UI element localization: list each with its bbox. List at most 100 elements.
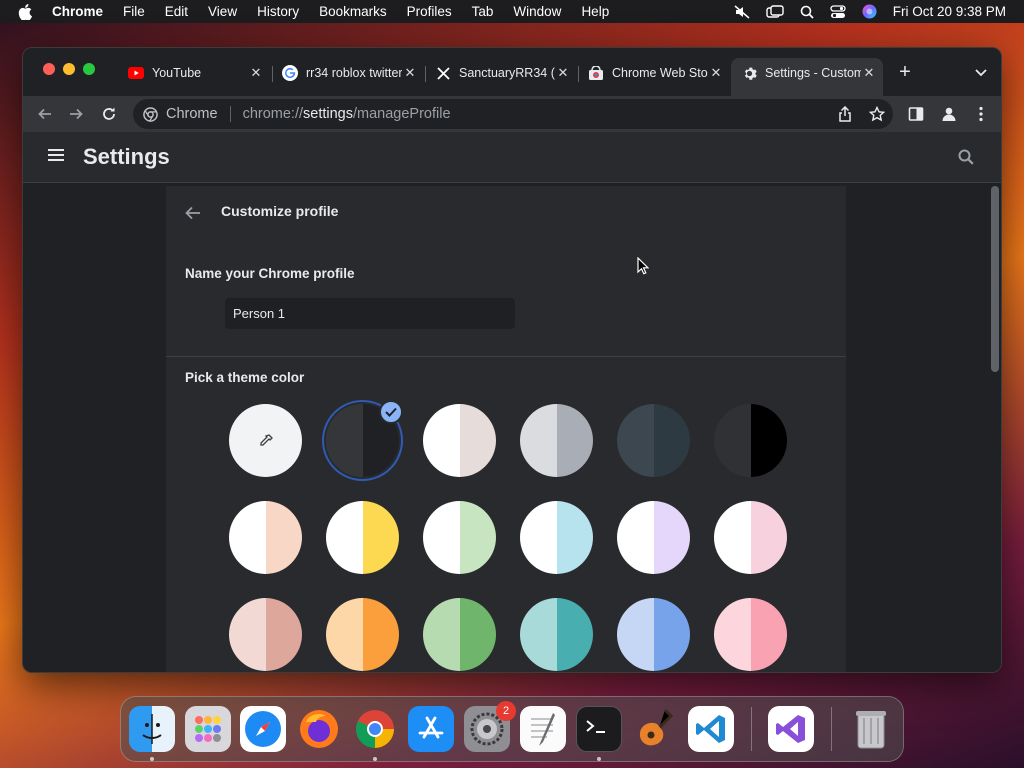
close-window-button[interactable] (43, 63, 55, 75)
menu-edit[interactable]: Edit (165, 4, 188, 19)
scrollbar-thumb[interactable] (991, 186, 999, 372)
tab-x-profile[interactable]: SanctuaryRR34 (@SanctuaryRR34) / X ✕ (425, 58, 577, 88)
menu-help[interactable]: Help (581, 4, 609, 19)
menu-file[interactable]: File (123, 4, 145, 19)
theme-color-swatch[interactable] (229, 501, 302, 574)
reload-icon[interactable] (97, 102, 121, 126)
tab-chrome-web-store[interactable]: Chrome Web Store ✕ (578, 58, 730, 88)
back-arrow-icon[interactable] (184, 204, 204, 224)
maximize-window-button[interactable] (83, 63, 95, 75)
tab-youtube[interactable]: YouTube ✕ (118, 58, 270, 88)
menu-tab[interactable]: Tab (472, 4, 494, 19)
tab-settings[interactable]: Settings - Customize profile ✕ (731, 58, 883, 96)
back-arrow-icon[interactable] (33, 102, 57, 126)
url-text[interactable]: chrome://settings/manageProfile (243, 106, 451, 122)
close-tab-icon[interactable]: ✕ (861, 65, 877, 81)
theme-color-swatch[interactable] (520, 598, 593, 671)
theme-color-swatch[interactable] (423, 598, 496, 671)
theme-color-swatch[interactable] (714, 404, 787, 477)
theme-color-swatch[interactable] (617, 404, 690, 477)
menu-bookmarks[interactable]: Bookmarks (319, 4, 387, 19)
chrome-menu-icon[interactable] (969, 102, 993, 126)
site-chip-label: Chrome (166, 106, 218, 122)
textedit-icon[interactable] (520, 706, 566, 752)
theme-color-swatch[interactable] (617, 501, 690, 574)
launchpad-icon[interactable] (185, 706, 231, 752)
menubar-clock[interactable]: Fri Oct 20 9:38 PM (893, 4, 1006, 19)
google-icon (282, 65, 298, 81)
control-center-icon[interactable] (830, 4, 846, 19)
hamburger-menu-icon[interactable] (47, 148, 67, 167)
theme-color-swatch[interactable] (423, 404, 496, 477)
app-store-icon[interactable] (408, 706, 454, 752)
theme-color-swatch[interactable] (520, 501, 593, 574)
profile-name-label: Name your Chrome profile (185, 266, 355, 281)
forward-arrow-icon[interactable] (64, 102, 88, 126)
tab-title: Chrome Web Store (612, 66, 708, 80)
vscode-icon[interactable] (688, 706, 734, 752)
new-tab-button[interactable]: + (893, 60, 917, 84)
running-indicator (373, 757, 377, 761)
close-tab-icon[interactable]: ✕ (402, 65, 418, 81)
custom-color-swatch[interactable] (229, 404, 302, 477)
system-settings-icon[interactable]: 2 (464, 701, 516, 752)
close-tab-icon[interactable]: ✕ (248, 65, 264, 81)
menu-profiles[interactable]: Profiles (407, 4, 452, 19)
section-divider (166, 356, 846, 357)
x-icon (435, 65, 451, 81)
siri-icon[interactable] (862, 4, 877, 19)
finder-icon[interactable] (129, 706, 175, 752)
minimize-window-button[interactable] (63, 63, 75, 75)
theme-color-swatch[interactable] (326, 598, 399, 671)
tab-title: SanctuaryRR34 (@SanctuaryRR34) / X (459, 66, 555, 80)
google-chrome-icon[interactable] (352, 706, 398, 752)
menu-history[interactable]: History (257, 4, 299, 19)
side-panel-icon[interactable] (904, 102, 928, 126)
dock-divider (831, 707, 832, 751)
address-bar[interactable]: Chrome chrome://settings/manageProfile (133, 99, 893, 129)
search-icon[interactable] (957, 148, 975, 171)
chrome-logo-icon (143, 106, 158, 122)
spotlight-search-icon[interactable] (800, 5, 814, 19)
theme-color-swatch[interactable] (714, 501, 787, 574)
menu-view[interactable]: View (208, 4, 237, 19)
menu-window[interactable]: Window (513, 4, 561, 19)
apple-menu-icon[interactable] (18, 3, 36, 20)
browser-toolbar: Chrome chrome://settings/manageProfile (23, 96, 1001, 132)
close-tab-icon[interactable]: ✕ (555, 65, 571, 81)
theme-color-swatch[interactable] (326, 501, 399, 574)
profile-avatar-icon[interactable] (937, 102, 961, 126)
close-tab-icon[interactable]: ✕ (708, 65, 724, 81)
running-indicator (150, 757, 154, 761)
mute-icon[interactable] (734, 4, 750, 19)
theme-color-swatch[interactable] (520, 404, 593, 477)
share-icon[interactable] (833, 102, 857, 126)
bookmark-star-icon[interactable] (865, 102, 889, 126)
tab-search-chevron-icon[interactable] (971, 62, 991, 82)
firefox-icon[interactable] (296, 706, 342, 752)
page-heading: Customize profile (221, 203, 339, 219)
menu-app-name[interactable]: Chrome (52, 4, 103, 19)
profile-name-input[interactable] (225, 298, 515, 329)
safari-icon[interactable] (240, 706, 286, 752)
theme-color-swatch[interactable] (714, 598, 787, 671)
theme-color-swatch[interactable] (617, 598, 690, 671)
terminal-icon[interactable] (576, 706, 622, 752)
dock-divider (751, 707, 752, 751)
site-info-chip[interactable]: Chrome (143, 106, 218, 122)
youtube-icon (128, 65, 144, 81)
trash-icon[interactable] (848, 706, 894, 752)
tab-google-search[interactable]: rr34 roblox twitter - Google Search ✕ (272, 58, 424, 88)
eyedropper-icon (259, 433, 273, 446)
notification-badge: 2 (496, 701, 516, 721)
tab-title: YouTube (152, 66, 202, 80)
settings-header: Settings (23, 132, 1001, 183)
theme-color-swatch[interactable] (423, 501, 496, 574)
screen-mirroring-icon[interactable] (766, 4, 784, 19)
garageband-icon[interactable] (632, 706, 678, 752)
theme-color-swatch[interactable] (229, 598, 302, 671)
chrome-window: YouTube ✕ rr34 roblox twitter - Google S… (22, 47, 1002, 673)
mouse-cursor-icon (637, 256, 650, 280)
omnibox-divider (229, 106, 231, 122)
visual-studio-icon[interactable] (768, 706, 814, 752)
